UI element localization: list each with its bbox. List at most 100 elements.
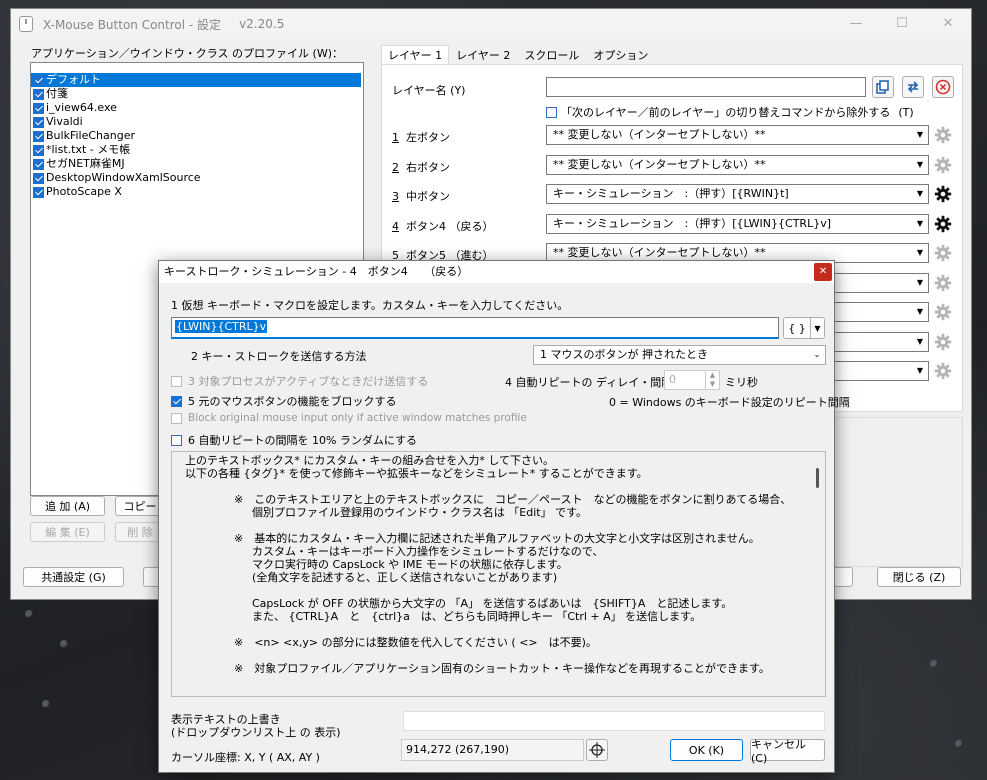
button-row-name: 右ボタン bbox=[406, 160, 450, 174]
block-only-toggle[interactable]: Block original mouse input only if activ… bbox=[171, 412, 527, 424]
help-line: マクロ実行時の CapsLock や IME モードの状態に依存します。 bbox=[252, 558, 568, 571]
profile-item-label: Vivaldi bbox=[46, 115, 83, 128]
button-action-select[interactable]: ** 変更しない（インターセプトしない）** ▼ bbox=[546, 125, 929, 145]
gear-icon[interactable] bbox=[934, 156, 952, 174]
window-controls: — ☐ ✕ bbox=[833, 9, 971, 39]
override-sublabel: (ドロップダウンリスト上 の 表示) bbox=[171, 726, 341, 739]
repeat-delay-input[interactable]: 0 ▲ ▼ bbox=[664, 370, 720, 390]
step5-checkbox[interactable] bbox=[171, 395, 182, 407]
tab-options[interactable]: オプション bbox=[586, 45, 655, 65]
maximize-icon[interactable]: ☐ bbox=[879, 9, 925, 39]
button-action-select[interactable]: キー・シミュレーション :（押す）[{RWIN}t] ▼ bbox=[546, 184, 929, 204]
macro-input[interactable]: {LWIN}{CTRL}v bbox=[171, 317, 779, 339]
profile-item-label: 付箋 bbox=[46, 87, 68, 100]
desktop-rivet bbox=[930, 660, 938, 668]
tab-layer-1[interactable]: レイヤー 1 bbox=[381, 45, 450, 65]
profile-checkbox[interactable] bbox=[33, 74, 44, 86]
profile-checkbox[interactable] bbox=[33, 102, 44, 114]
ok-button[interactable]: OK (K) bbox=[670, 739, 743, 761]
button-row-label: 1 左ボタン bbox=[392, 129, 450, 145]
gear-icon[interactable] bbox=[934, 244, 952, 262]
step6-checkbox[interactable] bbox=[171, 434, 182, 446]
layer-name-input[interactable] bbox=[546, 77, 866, 97]
close-button[interactable]: 閉じる (Z) bbox=[877, 567, 961, 587]
profiles-label: アプリケーション／ウインドウ・クラス のプロファイル (W)： bbox=[31, 47, 344, 60]
gear-icon[interactable] bbox=[934, 126, 952, 144]
profile-item[interactable]: DesktopWindowXamlSource bbox=[31, 171, 363, 185]
button-action-select[interactable]: ** 変更しない（インターセプトしない）** ▼ bbox=[546, 154, 929, 175]
tab-scroll[interactable]: スクロール bbox=[517, 45, 586, 65]
profile-item[interactable]: PhotoScape X bbox=[31, 185, 363, 199]
swap-layer-icon[interactable] bbox=[902, 76, 924, 98]
help-scroll-thumb[interactable] bbox=[816, 468, 819, 488]
profile-checkbox[interactable] bbox=[33, 172, 44, 184]
help-text-area[interactable]: 上のテキストボックス* にカスタム・キーの組み合せを入力* して下さい。 以下の… bbox=[171, 451, 826, 697]
dialog-title: キーストローク・シミュレーション - 4 ボタン4 （戻る） bbox=[164, 265, 469, 278]
step3-checkbox[interactable] bbox=[171, 375, 182, 387]
dropdown-arrow-icon: ▼ bbox=[916, 248, 924, 257]
gear-icon[interactable] bbox=[934, 274, 952, 292]
override-text-input[interactable] bbox=[403, 711, 825, 731]
step3-toggle[interactable]: 3 対象プロセスがアクティブなときだけ送信する bbox=[171, 373, 428, 389]
spin-arrows-icon[interactable]: ▲ ▼ bbox=[705, 371, 719, 389]
profile-item[interactable]: 付箋 bbox=[31, 87, 363, 101]
help-line: ※ このテキストエリアと上のテキストボックスに コピー／ペースト などの機能をボ… bbox=[234, 493, 792, 506]
profile-checkbox[interactable] bbox=[33, 116, 44, 128]
profile-item-label: セガNET麻雀MJ bbox=[46, 157, 125, 170]
windows-repeat-note: 0 = Windows のキーボード設定のリピート間隔 bbox=[609, 396, 850, 409]
button-row-name: ボタン4 （戻る） bbox=[406, 219, 494, 233]
window-title: X-Mouse Button Control - 設定 bbox=[43, 17, 222, 32]
button-row-number: 1 bbox=[392, 131, 399, 144]
minimize-icon[interactable]: — bbox=[833, 9, 879, 39]
step5-toggle[interactable]: 5 元のマウスボタンの機能をブロックする bbox=[171, 393, 397, 409]
send-method-select[interactable]: 1 マウスのボタンが 押されたとき ⌄ bbox=[533, 345, 826, 365]
button-row-number: 2 bbox=[392, 160, 399, 174]
copy-layer-icon[interactable] bbox=[872, 76, 894, 98]
tab-layer-2[interactable]: レイヤー 2 bbox=[449, 45, 517, 65]
profile-checkbox[interactable] bbox=[33, 130, 44, 142]
step6-toggle[interactable]: 6 自動リピートの間隔を 10% ランダムにする bbox=[171, 432, 417, 448]
close-icon[interactable]: ✕ bbox=[925, 9, 971, 39]
profile-checkbox[interactable] bbox=[33, 144, 44, 156]
profile-item[interactable]: *list.txt - メモ帳 bbox=[31, 143, 363, 157]
profile-item[interactable]: Vivaldi bbox=[31, 115, 363, 129]
help-line: ※ <n> <x,y> の部分には整数値を代入してください ( <> は不要)。 bbox=[234, 636, 597, 649]
gear-icon[interactable] bbox=[934, 362, 952, 380]
button-row-number: 3 bbox=[392, 190, 399, 203]
cancel-button[interactable]: キャンセル (C) bbox=[750, 738, 825, 765]
button-row-number: 4 bbox=[392, 219, 399, 233]
clear-layer-icon[interactable] bbox=[932, 76, 954, 98]
help-line: CapsLock が OFF の状態から大文字の 「A」 を送信するばあいは {… bbox=[252, 597, 733, 610]
dropdown-arrow-icon: ▼ bbox=[916, 189, 924, 198]
dropdown-arrow-icon: ▼ bbox=[916, 159, 924, 169]
exclude-layer-toggle[interactable]: 「次のレイヤー／前のレイヤー」の切り替えコマンドから除外する (T) bbox=[546, 104, 914, 120]
step2-label: 2 キー・ストロークを送信する方法 bbox=[191, 350, 367, 363]
profile-checkbox[interactable] bbox=[33, 186, 44, 198]
add-profile-button[interactable]: 追 加 (A) bbox=[30, 496, 105, 516]
button-row-label: 2 右ボタン bbox=[392, 159, 450, 175]
edit-profile-button[interactable]: 編 集 (E) bbox=[30, 522, 105, 542]
button-row-name: 中ボタン bbox=[406, 190, 450, 203]
profile-item[interactable]: セガNET麻雀MJ bbox=[31, 157, 363, 171]
profile-item-label: i_view64.exe bbox=[46, 101, 117, 114]
crosshair-icon[interactable] bbox=[586, 739, 608, 761]
help-line: 個別プロファイル登録用のウインドウ・クラス名は 「Edit」 です。 bbox=[252, 506, 587, 519]
block-only-checkbox[interactable] bbox=[171, 412, 182, 424]
gear-icon[interactable] bbox=[934, 333, 952, 351]
gear-icon[interactable] bbox=[934, 185, 952, 203]
gear-icon[interactable] bbox=[934, 303, 952, 321]
profile-item[interactable]: BulkFileChanger bbox=[31, 129, 363, 143]
profile-item[interactable]: i_view64.exe bbox=[31, 101, 363, 115]
button-action-value: ** 変更しない（インターセプトしない）** bbox=[553, 128, 766, 141]
button-action-select[interactable]: キー・シミュレーション :（押す）[{LWIN}{CTRL}v] ▼ bbox=[546, 213, 929, 234]
profile-item[interactable]: デフォルト bbox=[31, 73, 361, 87]
gear-icon[interactable] bbox=[934, 215, 952, 233]
braces-button[interactable]: { } bbox=[783, 317, 811, 339]
profile-checkbox[interactable] bbox=[33, 88, 44, 100]
common-settings-button[interactable]: 共通設定 (G) bbox=[23, 567, 124, 587]
profile-checkbox[interactable] bbox=[33, 158, 44, 170]
braces-dropdown-icon[interactable]: ▼ bbox=[810, 317, 825, 339]
dialog-close-icon[interactable]: ✕ bbox=[814, 263, 832, 281]
exclude-layer-checkbox[interactable] bbox=[546, 106, 557, 118]
desktop-rivet bbox=[955, 740, 963, 748]
